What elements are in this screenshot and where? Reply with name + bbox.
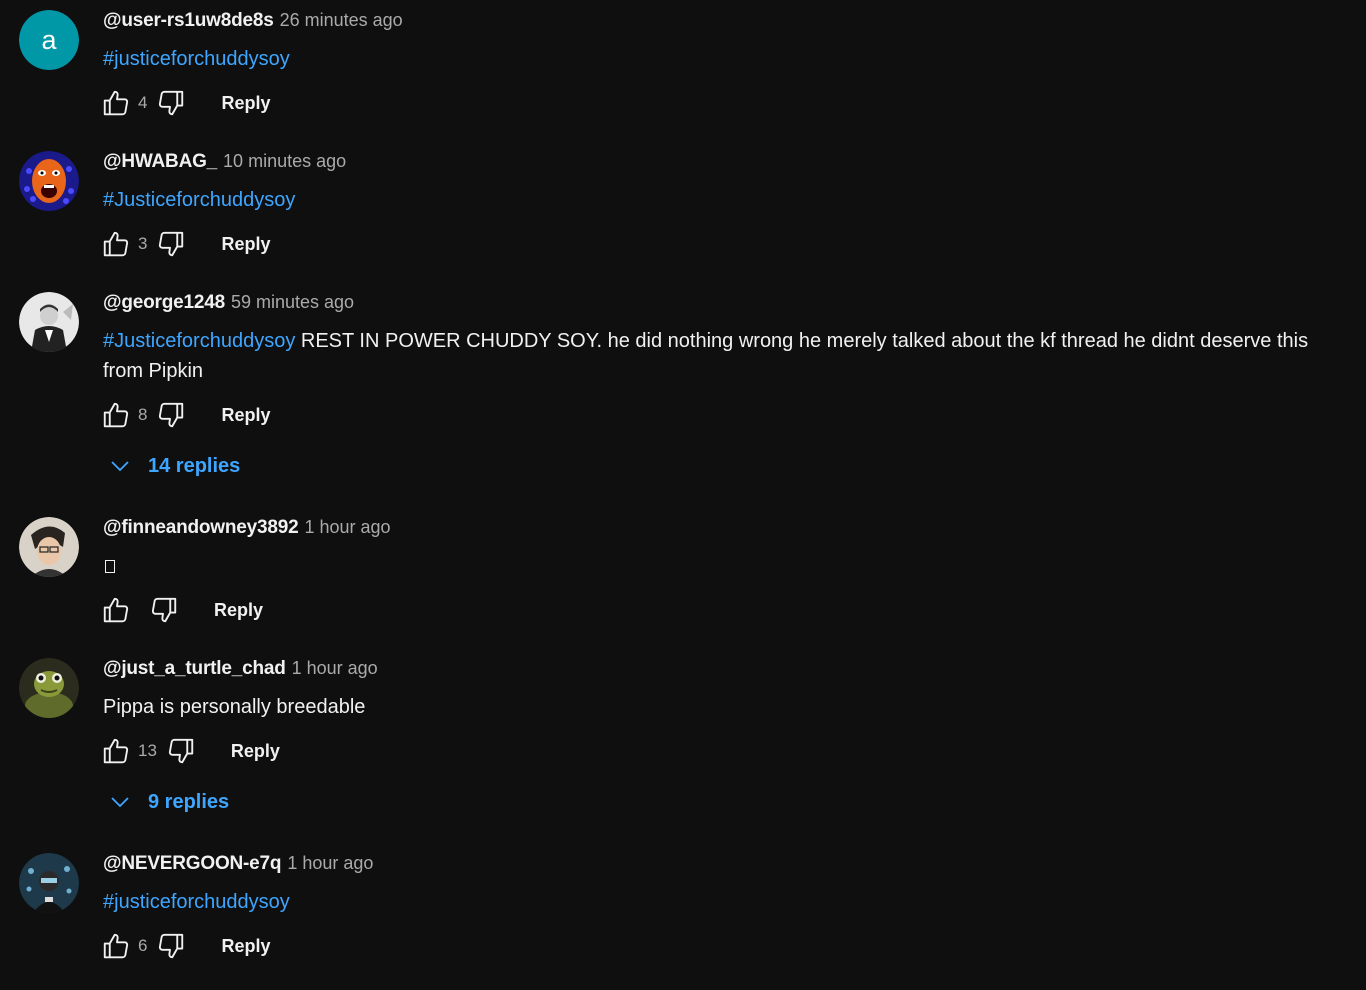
avatar[interactable] bbox=[19, 658, 79, 718]
comment-author[interactable]: @HWABAG_ bbox=[103, 151, 217, 173]
hashtag-link[interactable]: #justiceforchuddysoy bbox=[103, 48, 290, 70]
comment-timestamp[interactable]: 1 hour ago bbox=[287, 853, 373, 874]
replies-count: 9 replies bbox=[148, 790, 230, 813]
like-count: 8 bbox=[138, 405, 148, 424]
like-count: 3 bbox=[138, 234, 148, 253]
comment-actions: Reply bbox=[100, 594, 263, 626]
screaming-face-avatar-icon bbox=[19, 151, 79, 211]
comment-header: @finneandowney3892 1 hour ago bbox=[103, 517, 391, 541]
hashtag-link[interactable]: #Justiceforchuddysoy bbox=[103, 330, 295, 352]
comment-timestamp[interactable]: 1 hour ago bbox=[304, 517, 390, 538]
dislike-button[interactable] bbox=[155, 228, 187, 260]
dislike-button[interactable] bbox=[155, 87, 187, 119]
avatar[interactable] bbox=[19, 292, 79, 352]
avatar[interactable] bbox=[19, 517, 79, 577]
turtle-avatar-icon bbox=[19, 658, 79, 718]
comment-author[interactable]: @NEVERGOON-e7q bbox=[103, 853, 282, 875]
comment-text: #justiceforchuddysoy bbox=[103, 44, 1348, 74]
dislike-button[interactable] bbox=[155, 399, 187, 431]
thumbs-down-icon bbox=[168, 738, 194, 764]
thumbs-up-icon bbox=[103, 90, 129, 116]
comment-timestamp[interactable]: 1 hour ago bbox=[292, 658, 378, 679]
reply-button[interactable]: Reply bbox=[231, 741, 280, 762]
missing-glyph-icon bbox=[105, 560, 115, 573]
view-replies-button[interactable]: 14 replies bbox=[108, 451, 240, 481]
thumbs-down-icon bbox=[151, 597, 177, 623]
reply-button[interactable]: Reply bbox=[221, 234, 270, 255]
hashtag-link[interactable]: #Justiceforchuddysoy bbox=[103, 189, 295, 211]
like-button[interactable] bbox=[100, 87, 132, 119]
reply-button[interactable]: Reply bbox=[214, 600, 263, 621]
comment-header: @just_a_turtle_chad 1 hour ago bbox=[103, 658, 378, 682]
view-replies-button[interactable]: 9 replies bbox=[108, 787, 229, 817]
dark-figure-avatar-icon bbox=[19, 853, 79, 913]
comment-timestamp[interactable]: 26 minutes ago bbox=[280, 10, 403, 31]
person-portrait-avatar-icon bbox=[19, 517, 79, 577]
like-button[interactable] bbox=[100, 228, 132, 260]
comment-text: #Justiceforchuddysoy REST IN POWER CHUDD… bbox=[103, 326, 1348, 386]
reply-button[interactable]: Reply bbox=[221, 93, 270, 114]
comment-header: @user-rs1uw8de8s 26 minutes ago bbox=[103, 10, 403, 34]
comment-author[interactable]: @user-rs1uw8de8s bbox=[103, 10, 274, 32]
thumbs-up-icon bbox=[103, 402, 129, 428]
thumbs-down-icon bbox=[159, 402, 184, 428]
comment-text: #Justiceforchuddysoy bbox=[103, 185, 1348, 215]
thumbs-down-icon bbox=[159, 90, 184, 116]
avatar-letter: a bbox=[41, 25, 57, 55]
comment-text bbox=[103, 551, 1348, 581]
thumbs-down-icon bbox=[159, 933, 184, 959]
comment-actions: 13 Reply bbox=[100, 735, 280, 767]
comment-author[interactable]: @finneandowney3892 bbox=[103, 517, 299, 539]
comment-text: Pippa is personally breedable bbox=[103, 692, 1348, 722]
avatar[interactable] bbox=[19, 853, 79, 913]
thumbs-up-icon bbox=[103, 597, 129, 623]
comment-timestamp[interactable]: 59 minutes ago bbox=[231, 292, 354, 313]
letter-avatar-icon: a bbox=[19, 10, 79, 70]
thumbs-up-icon bbox=[103, 933, 129, 959]
like-button[interactable] bbox=[100, 930, 132, 962]
comment-actions: 3 Reply bbox=[100, 228, 271, 260]
like-button[interactable] bbox=[100, 735, 132, 767]
comment-author[interactable]: @just_a_turtle_chad bbox=[103, 658, 286, 680]
thumbs-down-icon bbox=[159, 231, 184, 257]
dislike-button[interactable] bbox=[148, 594, 180, 626]
like-count: 13 bbox=[138, 741, 157, 760]
like-count: 6 bbox=[138, 936, 148, 955]
comment-header: @HWABAG_ 10 minutes ago bbox=[103, 151, 346, 175]
replies-count: 14 replies bbox=[148, 454, 241, 477]
comment-actions: 6 Reply bbox=[100, 930, 271, 962]
thumbs-up-icon bbox=[103, 738, 129, 764]
comment-timestamp[interactable]: 10 minutes ago bbox=[223, 151, 346, 172]
reply-button[interactable]: Reply bbox=[221, 405, 270, 426]
comment-actions: 4 Reply bbox=[100, 87, 271, 119]
thumbs-up-icon bbox=[103, 231, 129, 257]
dislike-button[interactable] bbox=[155, 930, 187, 962]
chevron-down-icon bbox=[111, 461, 129, 472]
like-count: 4 bbox=[138, 93, 148, 112]
like-button[interactable] bbox=[100, 399, 132, 431]
reply-button[interactable]: Reply bbox=[221, 936, 270, 957]
comment-header: @NEVERGOON-e7q 1 hour ago bbox=[103, 853, 373, 877]
dislike-button[interactable] bbox=[165, 735, 197, 767]
like-button[interactable] bbox=[100, 594, 132, 626]
comments-section: a @user-rs1uw8de8s 26 minutes ago #justi… bbox=[0, 0, 1366, 990]
comment-header: @george1248 59 minutes ago bbox=[103, 292, 354, 316]
avatar[interactable]: a bbox=[19, 10, 79, 70]
comment-body-text: Pippa is personally breedable bbox=[103, 696, 366, 718]
comment-text: #justiceforchuddysoy bbox=[103, 887, 1348, 917]
chevron-down-icon bbox=[111, 797, 129, 808]
comment-actions: 8 Reply bbox=[100, 399, 271, 431]
hashtag-link[interactable]: #justiceforchuddysoy bbox=[103, 891, 290, 913]
comment-author[interactable]: @george1248 bbox=[103, 292, 225, 314]
suited-man-avatar-icon bbox=[19, 292, 79, 352]
avatar[interactable] bbox=[19, 151, 79, 211]
